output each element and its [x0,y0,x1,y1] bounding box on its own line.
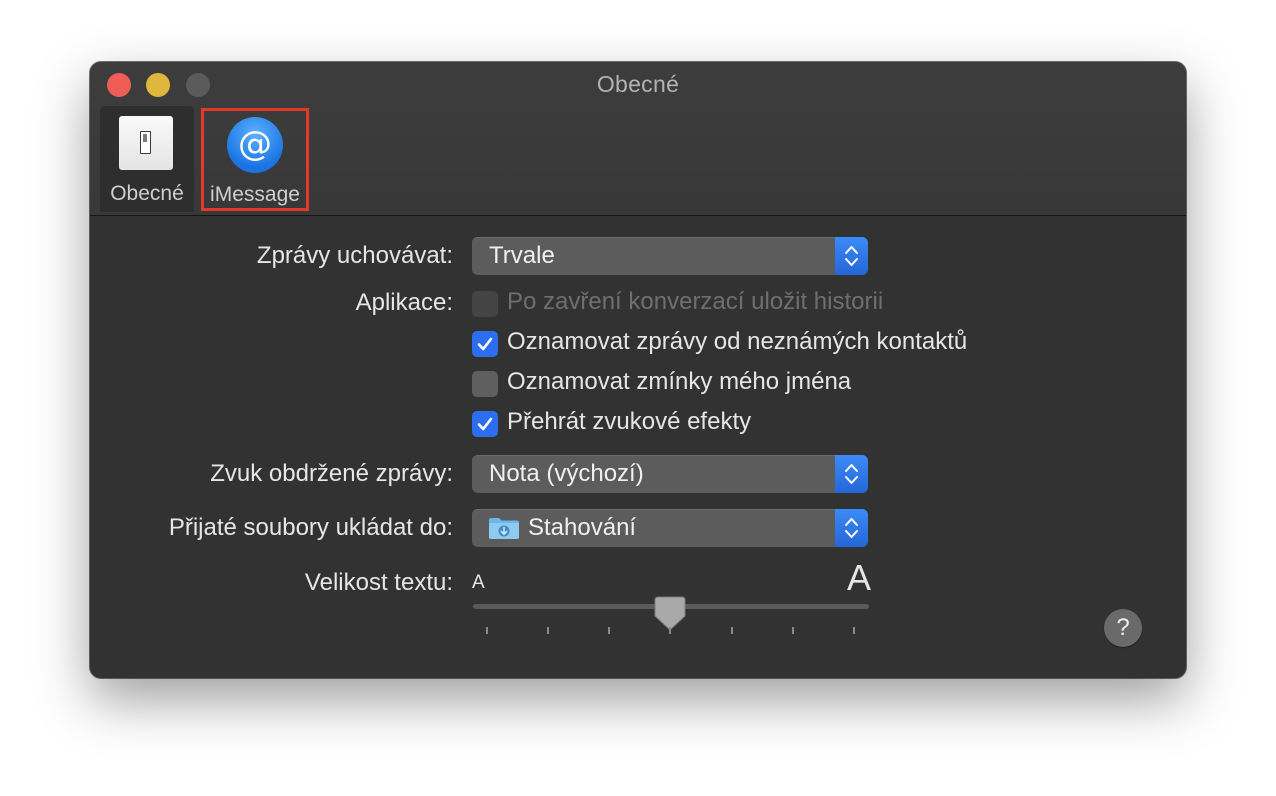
slider-tick [669,627,671,634]
window-title: Obecné [596,71,680,97]
toolbar-tab-imessage[interactable]: @ iMessage [201,108,309,211]
slider-tick [608,627,610,634]
chevron-updown-icon [835,237,868,275]
switch-icon [119,116,173,170]
message-sound-popup[interactable]: Nota (výchozí) [472,455,868,493]
notify-mentions-label: Oznamovat zmínky mého jména [507,368,852,395]
slider-tick [486,627,488,634]
slider-tick [853,627,855,634]
save-files-label: Přijaté soubory ukládat do: [168,514,453,541]
slider-tick [792,627,794,634]
popup-value: Nota (výchozí) [489,460,644,487]
play-sounds-checkbox[interactable] [472,411,498,437]
slider-tick [547,627,549,634]
popup-value: Stahování [528,514,637,541]
chevron-updown-icon [835,509,868,547]
titlebar: Obecné Obecné @ iMessage [90,62,1186,216]
help-button[interactable]: ? [1104,609,1142,647]
small-text-glyph: A [472,572,485,593]
text-size-label: Velikost textu: [304,569,453,596]
keep-messages-label: Zprávy uchovávat: [256,242,453,269]
keep-messages-popup[interactable]: Trvale [472,237,868,275]
toolbar-tab-label: iMessage [210,183,300,206]
chevron-updown-icon [835,455,868,493]
toolbar-tab-general[interactable]: Obecné [100,106,194,212]
preferences-window: Obecné Obecné @ iMessage Zprávy uchováva… [90,62,1186,678]
message-sound-label: Zvuk obdržené zprávy: [210,460,453,487]
save-history-label: Po zavření konverzací uložit historii [507,288,884,315]
application-label: Aplikace: [355,289,453,316]
large-text-glyph: A [847,557,872,598]
popup-value: Trvale [489,242,555,269]
notify-unknown-checkbox[interactable] [472,331,498,357]
toolbar-tab-label: Obecné [110,182,184,205]
notify-unknown-label: Oznamovat zprávy od neznámých kontaktů [507,328,968,355]
play-sounds-label: Přehrát zvukové efekty [507,408,752,435]
slider-tick [731,627,733,634]
save-history-checkbox[interactable] [472,291,498,317]
downloads-folder-icon [489,518,519,539]
checkmark-icon [477,337,493,351]
at-icon: @ [227,117,283,173]
checkmark-icon [477,417,493,431]
notify-mentions-checkbox[interactable] [472,371,498,397]
save-files-popup[interactable]: Stahování [472,509,868,547]
